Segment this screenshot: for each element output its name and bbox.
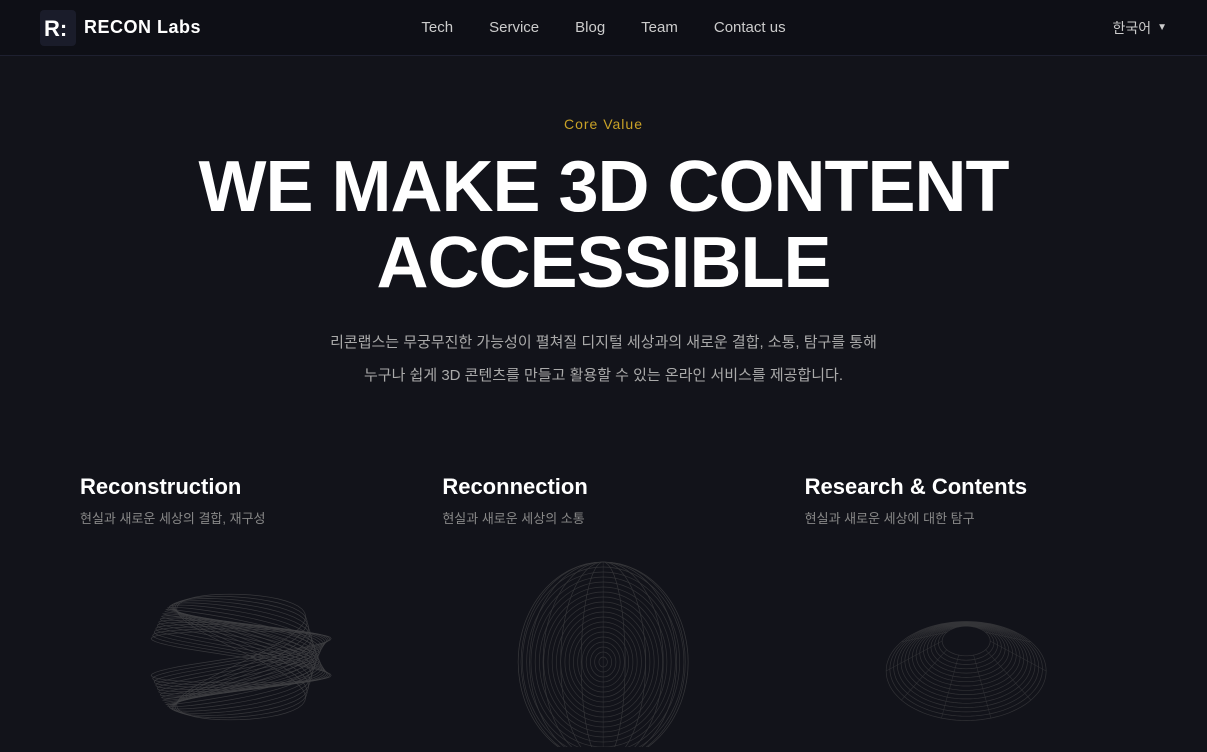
card-3-subtitle: 현실과 새로운 세상에 대한 탐구 [805,508,1127,527]
card-1-title: Reconstruction [80,474,402,500]
chevron-down-icon: ▼ [1157,22,1167,33]
nav-service[interactable]: Service [489,19,539,36]
nav-team[interactable]: Team [641,19,678,36]
cards-section: Reconstruction 현실과 새로운 세상의 결합, 재구성 /* re… [0,424,1207,747]
card-2-visual [442,547,764,747]
nav-blog[interactable]: Blog [575,19,605,36]
hero-desc-1: 리콘랩스는 무궁무진한 가능성이 펼쳐질 디지털 세상과의 새로운 결합, 소통… [40,329,1167,358]
card-2-title: Reconnection [442,474,764,500]
card-1-visual: /* rendered via JS below */ [80,547,402,747]
language-selector[interactable]: 한국어 ▼ [1112,18,1167,38]
nav-links: Tech Service Blog Team Contact us [421,19,785,37]
card-3-visual [805,547,1127,747]
language-label: 한국어 [1112,18,1151,38]
card-research: Research & Contents 현실과 새로운 세상에 대한 탐구 [805,474,1127,747]
logo[interactable]: R: RECON Labs [40,10,201,46]
card-reconstruction: Reconstruction 현실과 새로운 세상의 결합, 재구성 /* re… [80,474,402,747]
hero-section: Core Value WE MAKE 3D CONTENT ACCESSIBLE… [0,56,1207,424]
card-reconnection: Reconnection 현실과 새로운 세상의 소통 [442,474,764,747]
hero-title: WE MAKE 3D CONTENT ACCESSIBLE [40,150,1167,301]
hero-label: Core Value [40,116,1167,132]
navbar: R: RECON Labs Tech Service Blog Team Con… [0,0,1207,56]
hero-desc-2: 누구나 쉽게 3D 콘텐츠를 만들고 활용할 수 있는 온라인 서비스를 제공합… [40,362,1167,391]
card-3-title: Research & Contents [805,474,1127,500]
card-1-subtitle: 현실과 새로운 세상의 결합, 재구성 [80,508,402,527]
logo-icon: R: [40,10,76,46]
svg-text:R:: R: [44,16,67,41]
nav-contact[interactable]: Contact us [714,19,786,36]
nav-tech[interactable]: Tech [421,19,453,36]
logo-text: RECON Labs [84,17,201,38]
card-2-subtitle: 현실과 새로운 세상의 소통 [442,508,764,527]
